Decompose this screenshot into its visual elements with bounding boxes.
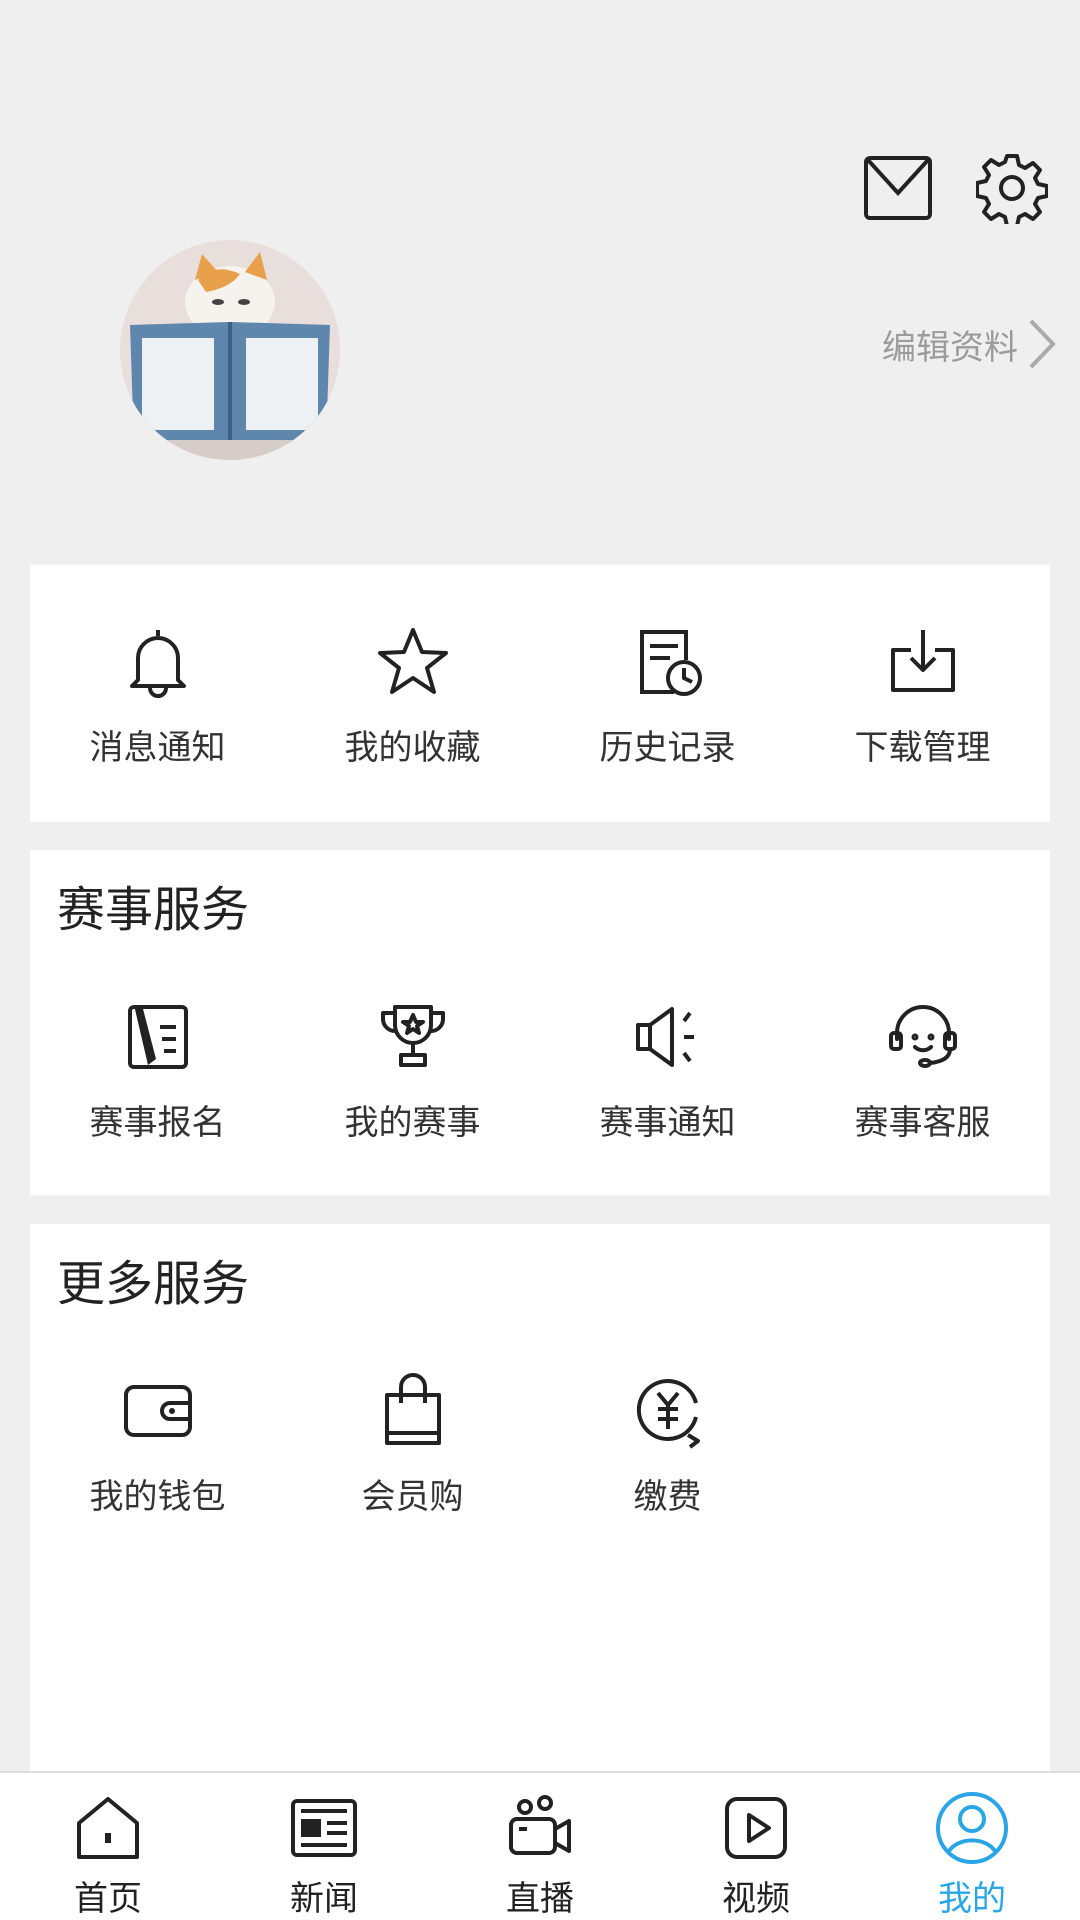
quick-actions-card: 消息通知 我的收藏 历史记录 下载管理 <box>30 565 1050 822</box>
tab-home[interactable]: 首页 <box>0 1773 216 1920</box>
tab-news[interactable]: 新闻 <box>216 1773 432 1920</box>
more-service-payment[interactable]: 缴费 <box>540 1369 795 1518</box>
tab-label: 新闻 <box>290 1879 358 1919</box>
download-icon <box>881 620 965 704</box>
tab-label: 首页 <box>74 1879 142 1919</box>
wallet-icon <box>116 1369 200 1453</box>
video-play-icon <box>718 1791 794 1865</box>
quick-action-label: 下载管理 <box>854 728 991 768</box>
more-service-wallet[interactable]: 我的钱包 <box>30 1369 285 1518</box>
shopping-bag-icon <box>371 1369 455 1453</box>
live-camera-icon <box>502 1791 578 1865</box>
event-services-card: 赛事服务 赛事报名 我的赛事 赛事通知 赛事客服 <box>30 850 1050 1195</box>
megaphone-icon <box>626 995 710 1079</box>
edit-profile-label: 编辑资料 <box>882 327 1018 368</box>
event-service-label: 赛事客服 <box>854 1103 991 1143</box>
mail-icon[interactable] <box>860 150 936 226</box>
gear-icon[interactable] <box>974 150 1050 226</box>
event-service-my-events[interactable]: 我的赛事 <box>285 995 540 1144</box>
quick-action-history[interactable]: 历史记录 <box>540 620 795 769</box>
bottom-tab-bar: 首页 新闻 直播 视频 我的 <box>0 1771 1080 1920</box>
tab-me[interactable]: 我的 <box>864 1773 1080 1920</box>
headset-icon <box>881 995 965 1079</box>
quick-action-label: 消息通知 <box>89 728 226 768</box>
quick-action-notifications[interactable]: 消息通知 <box>30 620 285 769</box>
quick-action-downloads[interactable]: 下载管理 <box>795 620 1050 769</box>
user-icon <box>934 1791 1010 1865</box>
tab-label: 我的 <box>938 1879 1006 1919</box>
edit-profile-link[interactable]: 编辑资料 <box>882 318 1056 370</box>
event-service-label: 我的赛事 <box>344 1103 481 1143</box>
more-service-label: 会员购 <box>361 1477 464 1517</box>
history-icon <box>626 620 710 704</box>
header-actions <box>860 150 1050 226</box>
home-icon <box>70 1791 146 1865</box>
quick-action-label: 我的收藏 <box>344 728 481 768</box>
event-service-signup[interactable]: 赛事报名 <box>30 995 285 1144</box>
avatar[interactable] <box>120 240 340 460</box>
signup-icon <box>116 995 200 1079</box>
quick-action-favorites[interactable]: 我的收藏 <box>285 620 540 769</box>
more-services-card: 更多服务 我的钱包 会员购 缴费 <box>30 1224 1050 1784</box>
tab-live[interactable]: 直播 <box>432 1773 648 1920</box>
event-service-support[interactable]: 赛事客服 <box>795 995 1050 1144</box>
section-title: 赛事服务 <box>57 882 250 938</box>
more-service-label: 我的钱包 <box>89 1477 226 1517</box>
tab-label: 直播 <box>506 1879 574 1919</box>
event-service-label: 赛事通知 <box>599 1103 736 1143</box>
star-icon <box>371 620 455 704</box>
tab-label: 视频 <box>722 1879 790 1919</box>
section-title: 更多服务 <box>57 1256 250 1312</box>
quick-action-label: 历史记录 <box>599 728 736 768</box>
tab-video[interactable]: 视频 <box>648 1773 864 1920</box>
trophy-icon <box>371 995 455 1079</box>
more-service-member-shop[interactable]: 会员购 <box>285 1369 540 1518</box>
more-service-label: 缴费 <box>633 1477 702 1517</box>
yuan-payment-icon <box>626 1369 710 1453</box>
event-service-label: 赛事报名 <box>89 1103 226 1143</box>
news-icon <box>286 1791 362 1865</box>
chevron-right-icon <box>1026 318 1056 370</box>
bell-icon <box>116 620 200 704</box>
event-service-notifications[interactable]: 赛事通知 <box>540 995 795 1144</box>
